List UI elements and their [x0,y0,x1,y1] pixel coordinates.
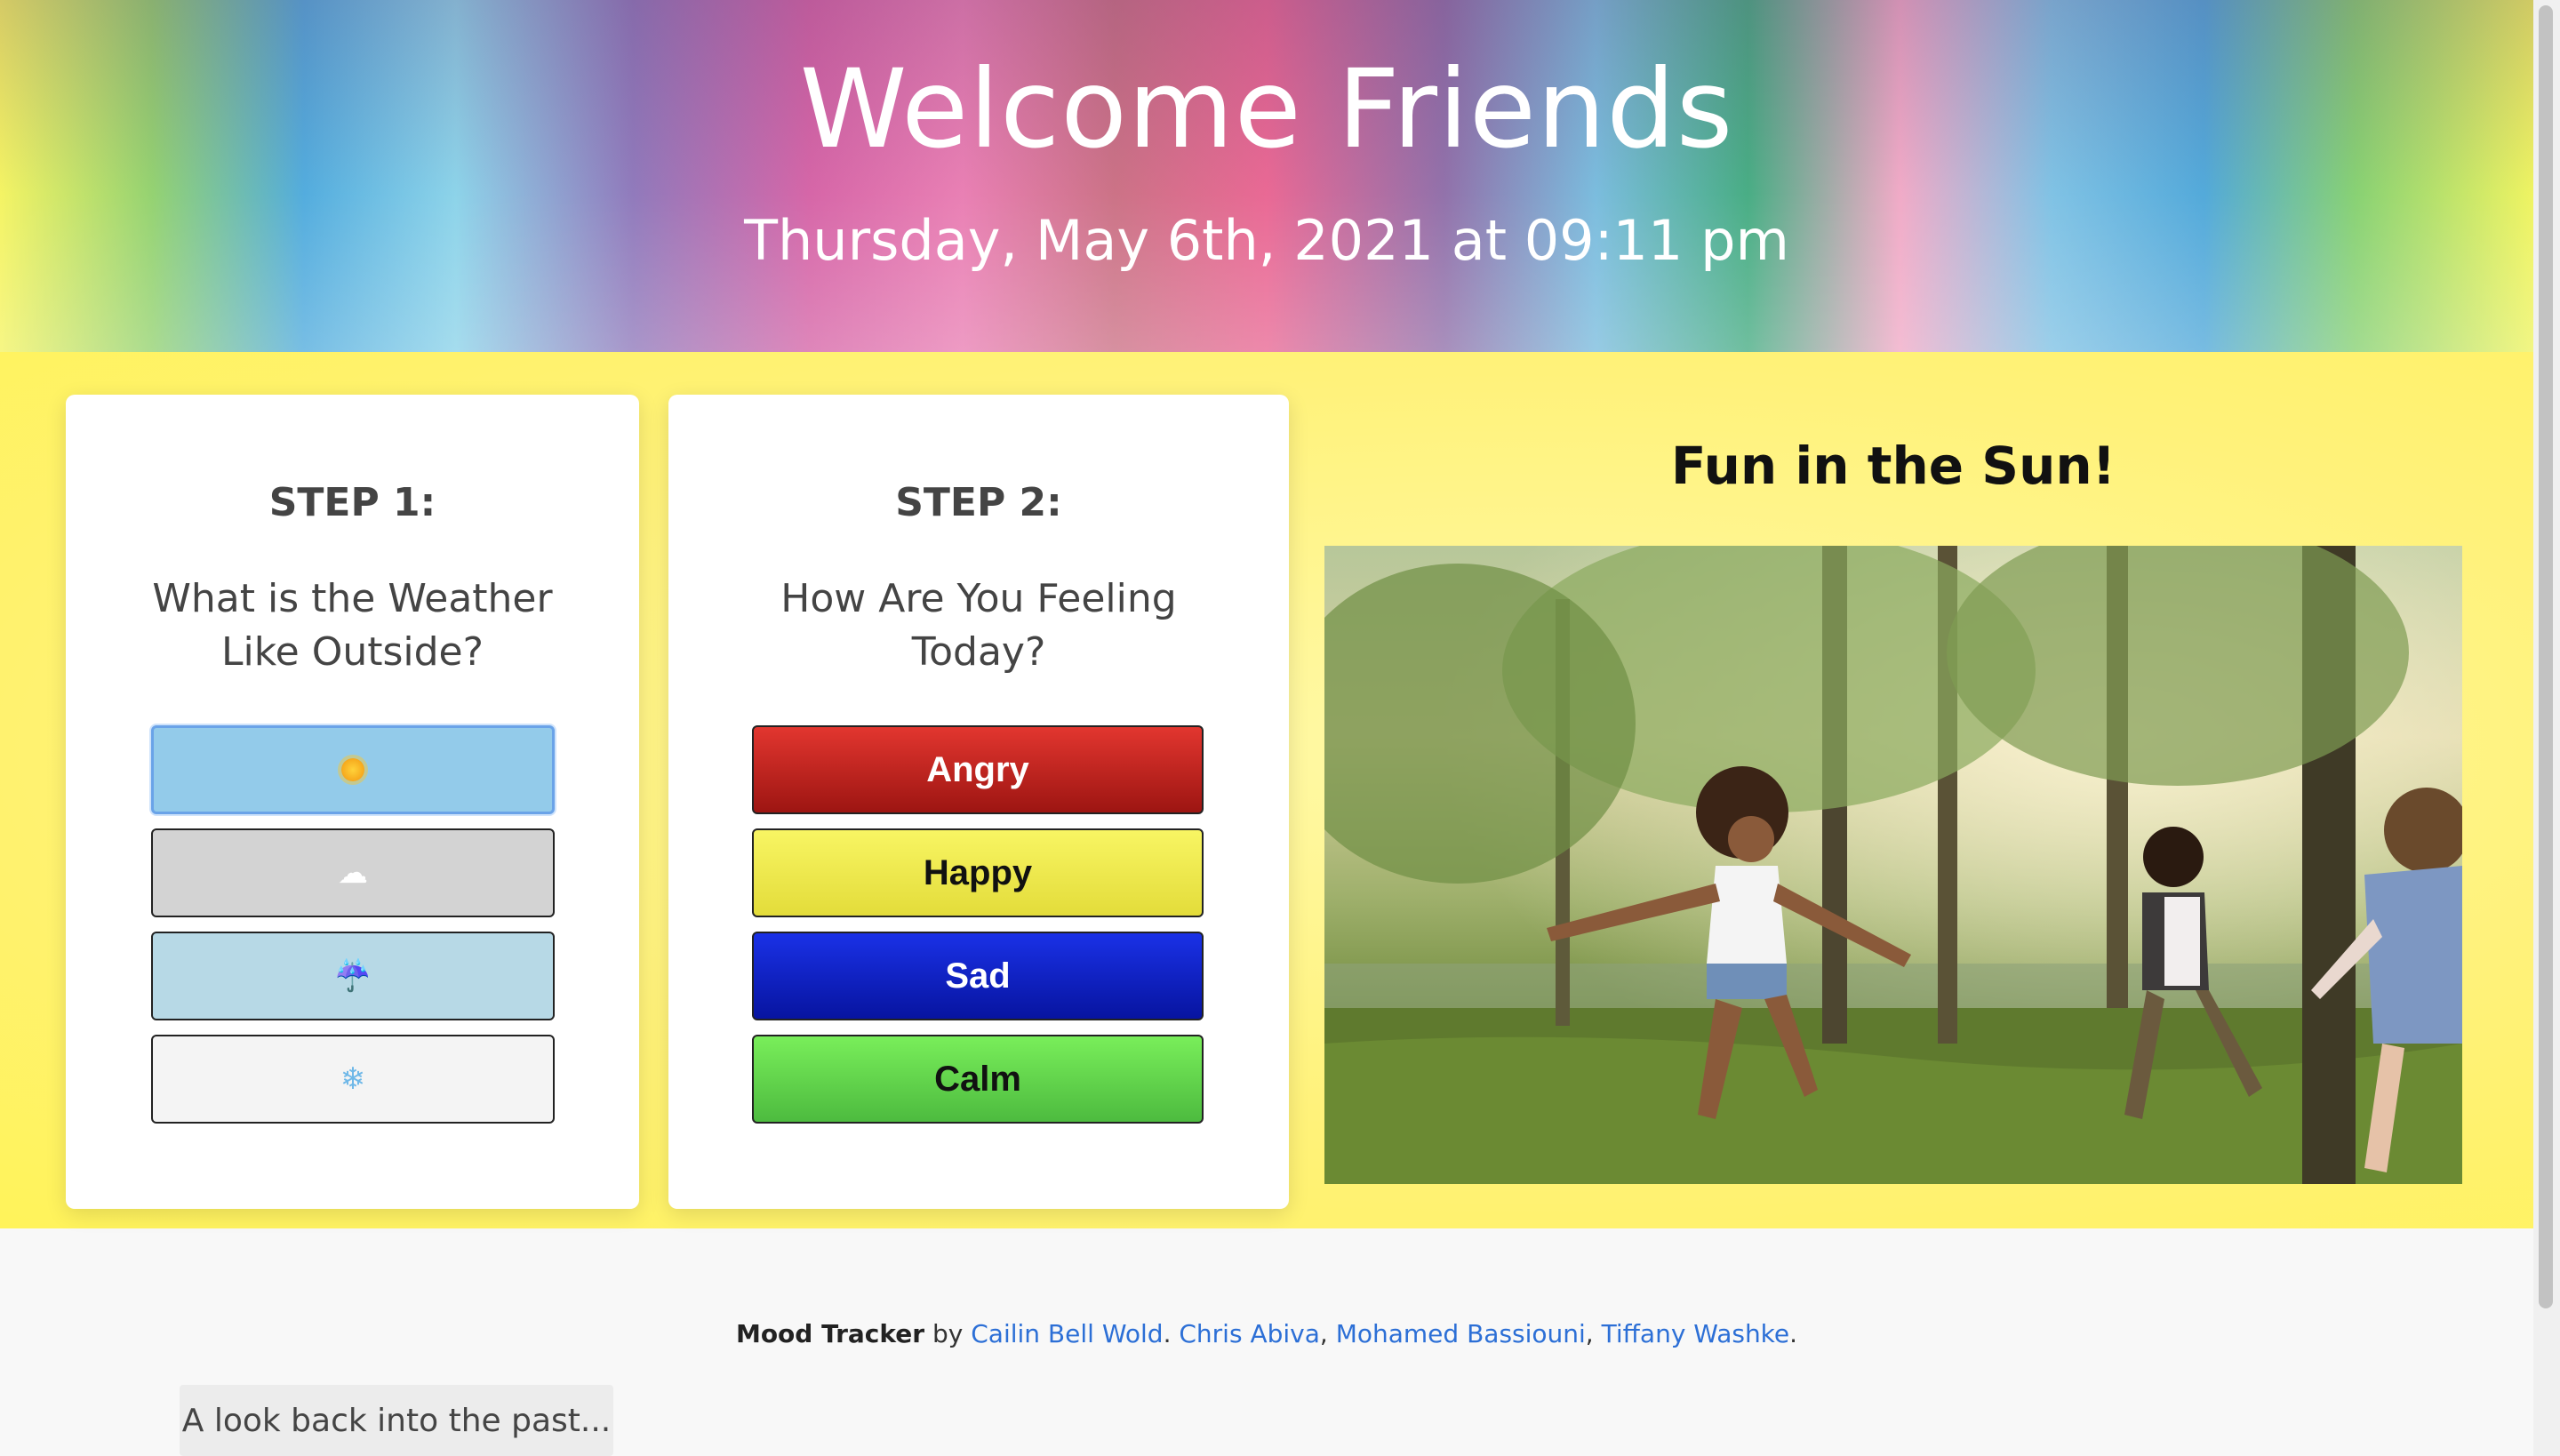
scrollbar-thumb[interactable] [2539,5,2553,1308]
current-datetime: Thursday, May 6th, 2021 at 09:11 pm [744,208,1789,273]
header-banner: Welcome Friends Thursday, May 6th, 2021 … [0,0,2533,352]
feeling-calm-button[interactable]: Calm [752,1035,1204,1124]
cloud-icon: ☁ [338,856,368,890]
feature-title: Fun in the Sun! [1670,436,2116,496]
photo-illustration [1324,546,2462,1184]
children-playing-photo [1324,546,2462,1184]
author-link-mohamed[interactable]: Mohamed Bassiouni [1336,1319,1586,1348]
credits-end: . [1789,1319,1798,1348]
author-link-tiffany[interactable]: Tiffany Washke [1602,1319,1790,1348]
feeling-happy-button[interactable]: Happy [752,828,1204,917]
feeling-sad-button[interactable]: Sad [752,932,1204,1020]
sun-icon [341,758,364,781]
weather-cloudy-button[interactable]: ☁ [151,828,555,917]
look-back-button[interactable]: A look back into the past... [180,1385,613,1456]
snowflake-icon: ❄ [340,1062,366,1096]
page-title: Welcome Friends [799,46,1734,172]
weather-sunny-button[interactable] [151,725,555,814]
feeling-angry-button[interactable]: Angry [752,725,1204,814]
app-name: Mood Tracker [735,1319,925,1348]
step2-heading: STEP 2: [895,480,1062,525]
weather-card: STEP 1: What is the Weather Like Outside… [66,395,639,1209]
credits-separator: , [1319,1319,1328,1348]
weather-snowy-button[interactable]: ❄ [151,1035,555,1124]
author-link-chris[interactable]: Chris Abiva [1179,1319,1320,1348]
weather-rainy-button[interactable]: ☔ [151,932,555,1020]
step1-heading: STEP 1: [268,480,436,525]
credits-separator: , [1585,1319,1594,1348]
credits-separator: . [1163,1319,1172,1348]
feeling-card: STEP 2: How Are You Feeling Today? Angry… [668,395,1289,1209]
umbrella-rain-icon: ☔ [333,959,372,993]
credits: Mood Tracker by Cailin Bell Wold. Chris … [0,1319,2533,1348]
feeling-question: How Are You Feeling Today? [780,576,1177,675]
author-link-cailin[interactable]: Cailin Bell Wold [971,1319,1163,1348]
credits-by: by [932,1319,964,1348]
weather-question: What is the Weather Like Outside? [152,576,553,675]
